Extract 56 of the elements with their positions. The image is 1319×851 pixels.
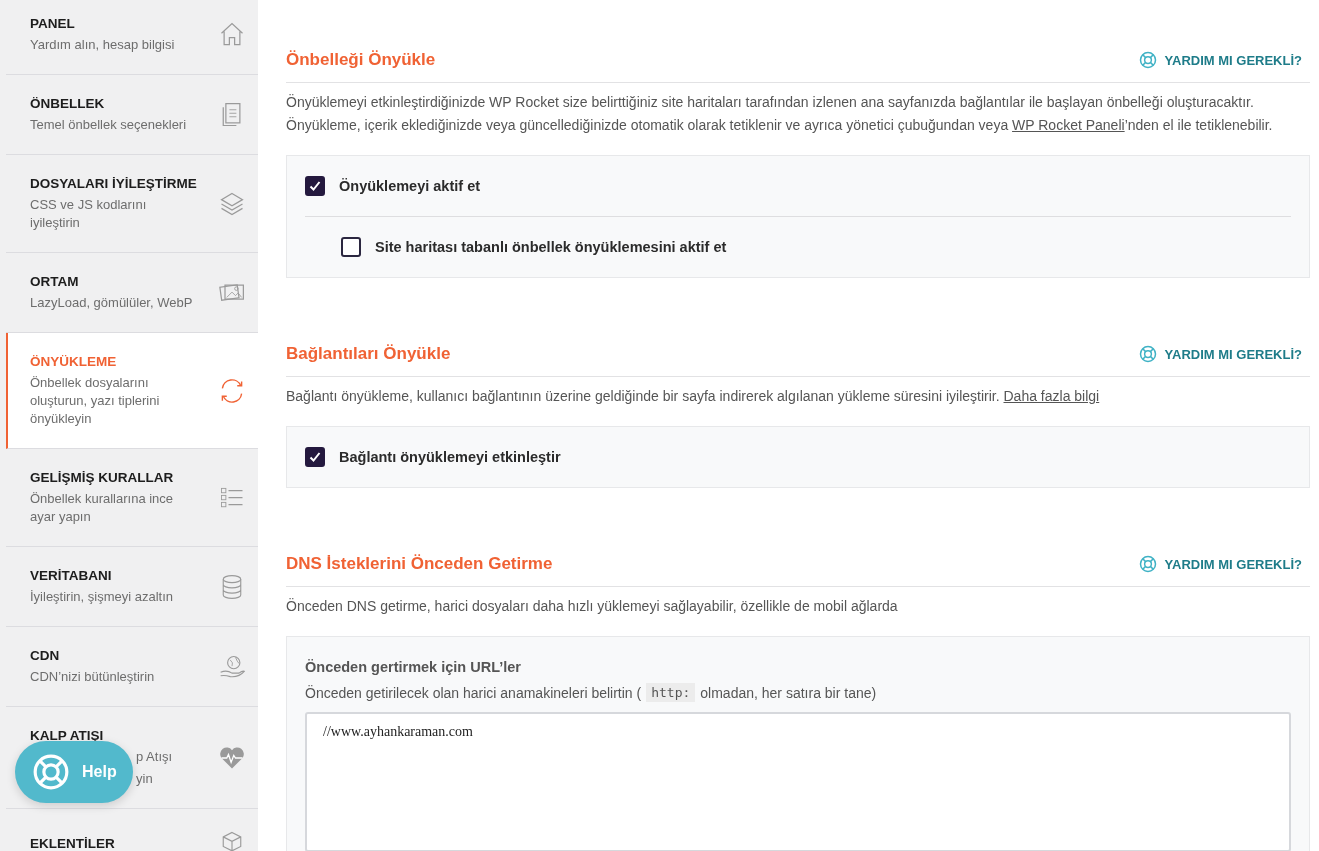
- sidebar-item-description: CDN’nizi bütünleştirin: [30, 668, 156, 686]
- sidebar-item-title: ÖNYÜKLEME: [30, 353, 118, 370]
- sidebar-item[interactable]: PANEL Yardım alın, hesap bilgisi: [6, 0, 258, 75]
- section-title: Önbelleği Önyükle: [286, 50, 436, 70]
- lifebuoy-icon: [32, 753, 70, 791]
- sidebar-item-title: EKLENTİLER: [30, 834, 116, 851]
- help-link[interactable]: YARDIM MI GEREKLİ?: [1138, 51, 1310, 69]
- checkbox-label: Önyüklemeyi aktif et: [339, 178, 481, 194]
- section-description: Önceden DNS getirme, harici dosyaları daha hızlı yüklemeyi sağlayabilir, özellikle de mobil ağlarda: [286, 597, 899, 616]
- help-link[interactable]: YARDIM MI GEREKLİ?: [1138, 345, 1310, 363]
- check-icon: [309, 180, 321, 192]
- sidebar-item-description: yin: [136, 770, 153, 788]
- sidebar-item-title: ORTAM: [30, 273, 80, 290]
- section-description: Önyüklemeyi etkinleştirdiğinizde WP Rocket size belirttiğiniz site haritaları tarafından izlenen ana sayfanızda bağlantılar ile başlayan önbelleği oluşturacaktır. Önyükleme, içerik eklediğinizde veya güncellediğinizde otomatik olarak tetiklenir ve ayrıca yönetici çubuğundan veya WP Rocket Paneli’nden el ile tetiklenebilir.: [286, 93, 1274, 135]
- sidebar-item-title: DOSYALARI İYİLEŞTİRME: [30, 175, 198, 192]
- checkbox[interactable]: [305, 447, 325, 467]
- sidebar-item-description: Önbellek dosyalarını oluşturun, yazı tiplerini önyükleyin: [30, 374, 161, 428]
- sidebar-item[interactable]: GELİŞMİŞ KURALLAR Önbellek kurallarına ince ayar yapın: [6, 449, 258, 547]
- section-description: Bağlantı önyükleme, kullanıcı bağlantının üzerine geldiğinde bir sayfa indirerek algılanan yükleme süresini iyileştirir. Daha fazla bilgi: [286, 387, 1101, 406]
- field-hint: olmadan, her satıra bir tane): [700, 684, 877, 701]
- inline-link[interactable]: WP Rocket Paneli: [1012, 117, 1125, 133]
- sidebar-item[interactable]: ÖNYÜKLEME Önbellek dosyalarını oluşturun, yazı tiplerini önyükleyin: [6, 333, 258, 449]
- check-icon: [309, 451, 321, 463]
- sidebar-item[interactable]: VERİTABANI İyileştirin, şişmeyi azaltın: [6, 547, 258, 627]
- section-title: Bağlantıları Önyükle: [286, 344, 451, 364]
- sidebar-item-title: GELİŞMİŞ KURALLAR: [30, 469, 175, 486]
- sidebar-item-title: KALP ATIŞI: [30, 727, 105, 744]
- checkbox-label: Bağlantı önyüklemeyi etkinleştir: [339, 449, 561, 465]
- code-snippet: http:: [646, 683, 696, 702]
- field-label: Önceden gertirmek için URL’ler: [305, 659, 522, 675]
- lifebuoy-icon: [1138, 555, 1157, 573]
- sidebar-item-description: p Atışı: [136, 748, 173, 766]
- checkbox[interactable]: [341, 237, 361, 257]
- inline-link[interactable]: Daha fazla bilgi: [1003, 388, 1100, 404]
- help-link[interactable]: YARDIM MI GEREKLİ?: [1138, 555, 1310, 573]
- sidebar-item-description: CSS ve JS kodlarını iyileştirin: [30, 196, 148, 232]
- sidebar-item-title: PANEL: [30, 15, 76, 32]
- field-hint: Önceden getirilecek olan harici anamakineleri belirtin (: [305, 684, 642, 701]
- checkbox[interactable]: [305, 176, 325, 196]
- lifebuoy-icon: [1138, 345, 1157, 363]
- sidebar-item-description: Temel önbellek seçenekleri: [30, 116, 188, 134]
- sidebar-item[interactable]: CDN CDN’nizi bütünleştirin: [6, 627, 258, 707]
- sidebar-item[interactable]: ÖNBELLEK Temel önbellek seçenekleri: [6, 75, 258, 155]
- checkbox-label: Site haritası tabanlı önbellek önyüklemesini aktif et: [375, 239, 727, 255]
- section-title: DNS İsteklerini Önceden Getirme: [286, 554, 553, 574]
- sidebar-item-title: ÖNBELLEK: [30, 95, 106, 112]
- sidebar-item-title: CDN: [30, 647, 61, 664]
- sidebar-item-description: LazyLoad, gömülüler, WebP: [30, 294, 194, 312]
- url-textarea[interactable]: //www.ayhankaraman.com: [305, 712, 1291, 851]
- sidebar-item-title: VERİTABANI: [30, 567, 113, 584]
- sidebar-item-description: İyileştirin, şişmeyi azaltın: [30, 588, 175, 606]
- sidebar-item-description: Önbellek kurallarına ince ayar yapın: [30, 490, 175, 526]
- sidebar-item-description: Yardım alın, hesap bilgisi: [30, 36, 176, 54]
- sidebar-item[interactable]: EKLENTİLER: [6, 809, 258, 851]
- sidebar-item[interactable]: DOSYALARI İYİLEŞTİRME CSS ve JS kodlarını iyileştirin: [6, 155, 258, 253]
- lifebuoy-icon: [1138, 51, 1157, 69]
